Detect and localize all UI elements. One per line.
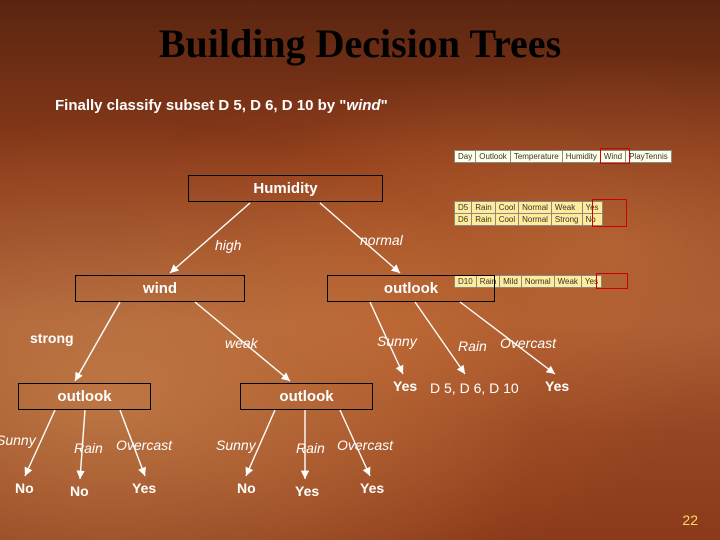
leaf-subset: D 5, D 6, D 10 [430,380,519,396]
slide-subtitle: Finally classify subset D 5, D 6, D 10 b… [55,97,720,114]
edge-overcast-r: Overcast [500,335,556,351]
edge-overcast-lr: Overcast [337,437,393,453]
node-outlook-lr: outlook [240,383,373,410]
data-table-top: D5RainCoolNormalWeakYes D6RainCoolNormal… [454,201,603,226]
leaf-yes-r1: Yes [393,378,417,394]
edge-sunny-r: Sunny [377,333,417,349]
leaf-yes-r2: Yes [545,378,569,394]
leaf-yes-lr1: Yes [295,483,319,499]
edge-sunny-ll: Sunny [0,432,36,448]
leaf-no-lr: No [237,480,256,496]
data-table-header: DayOutlookTemperatureHumidityWindPlayTen… [454,150,672,163]
page-number: 22 [682,512,698,528]
edge-rain-lr: Rain [296,440,325,456]
edge-rain-r: Rain [458,338,487,354]
edge-strong: strong [30,330,74,346]
leaf-yes-ll: Yes [132,480,156,496]
highlight-box-wind-bottom [596,273,628,289]
highlight-box-wind-header [600,148,630,164]
edge-normal: normal [360,232,403,248]
edge-rain-ll: Rain [74,440,103,456]
leaf-no-ll1: No [15,480,34,496]
node-wind: wind [75,275,245,302]
node-outlook-ll: outlook [18,383,151,410]
leaf-no-ll2: No [70,483,89,499]
subtitle-prefix: Finally classify subset D 5, D 6, D 10 b… [55,97,346,114]
node-humidity: Humidity [188,175,383,202]
edge-high: high [215,237,241,253]
slide-title: Building Decision Trees [0,0,720,67]
edge-weak: weak [225,335,258,351]
node-outlook-right: outlook [327,275,495,302]
edge-sunny-lr: Sunny [216,437,256,453]
edge-overcast-ll: Overcast [116,437,172,453]
highlight-box-wind-top [592,199,627,227]
tree-edges [0,0,720,540]
subtitle-suffix: " [381,97,388,114]
subtitle-keyword: wind [346,97,380,114]
leaf-yes-lr2: Yes [360,480,384,496]
